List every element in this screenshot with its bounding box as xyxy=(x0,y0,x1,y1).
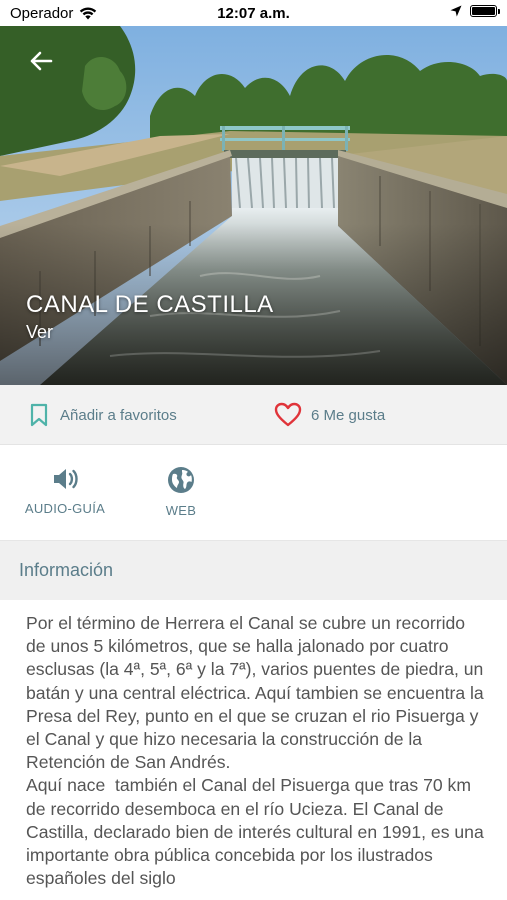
status-time: 12:07 a.m. xyxy=(217,5,290,22)
likes-count-label: 6 Me gusta xyxy=(311,406,386,424)
back-button[interactable] xyxy=(24,46,58,76)
info-text: Por el término de Herrera el Canal se cu… xyxy=(26,612,486,890)
info-section-header: Información xyxy=(0,540,507,600)
action-bar: Añadir a favoritos 6 Me gusta xyxy=(0,385,507,445)
bookmark-icon xyxy=(30,403,48,427)
status-right xyxy=(450,5,500,17)
web-button[interactable]: WEB xyxy=(150,466,212,518)
info-header-title: Información xyxy=(19,560,114,580)
audio-guide-button[interactable]: AUDIO-GUÍA xyxy=(20,466,110,516)
place-title: CANAL DE CASTILLA xyxy=(26,291,274,318)
hero-image: CANAL DE CASTILLA Ver xyxy=(0,26,507,385)
info-paragraph-2: Aquí nace también el Canal del Pisuerga … xyxy=(26,775,489,889)
info-paragraph-1: Por el término de Herrera el Canal se cu… xyxy=(26,613,489,773)
location-arrow-icon xyxy=(450,5,462,17)
battery-icon xyxy=(470,5,500,17)
add-favorite-button[interactable]: Añadir a favoritos xyxy=(30,403,177,427)
tools-row: AUDIO-GUÍA WEB xyxy=(0,446,507,540)
like-button[interactable]: 6 Me gusta xyxy=(274,402,385,428)
audio-guide-label: AUDIO-GUÍA xyxy=(24,501,106,516)
status-bar: Operador 12:07 a.m. xyxy=(0,0,507,26)
web-label: WEB xyxy=(165,503,197,518)
arrow-left-icon xyxy=(30,51,53,71)
globe-icon xyxy=(168,467,194,493)
place-subtitle-link[interactable]: Ver xyxy=(26,322,53,343)
heart-icon xyxy=(274,402,302,427)
speaker-icon xyxy=(54,469,78,489)
canal-lock-photo xyxy=(0,26,507,385)
add-favorite-label: Añadir a favoritos xyxy=(60,406,177,424)
